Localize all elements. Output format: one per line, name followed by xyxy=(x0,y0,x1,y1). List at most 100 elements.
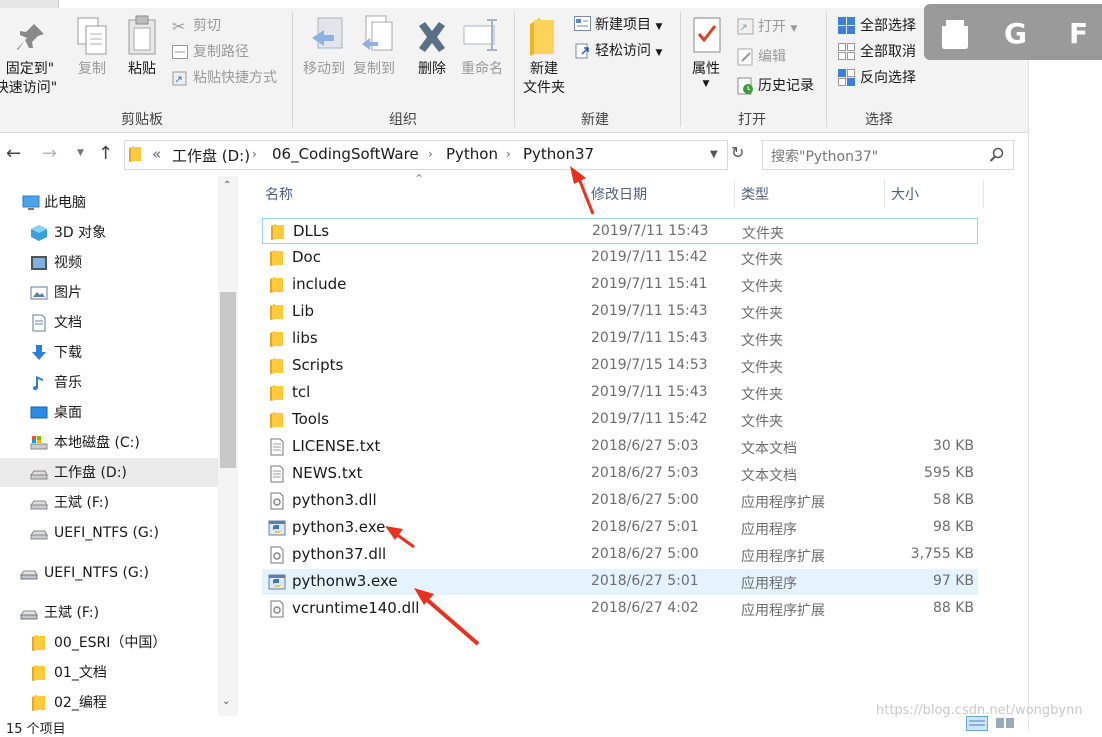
nav-item[interactable]: 音乐 xyxy=(0,368,216,398)
nav-scrollbar-thumb[interactable] xyxy=(220,292,236,468)
column-header-size[interactable]: 大小 xyxy=(891,184,919,204)
column-header-name[interactable]: 名称 xyxy=(265,184,293,204)
delete-button[interactable]: 删除 xyxy=(410,60,454,79)
breadcrumb-drive-d[interactable]: 工作盘 (D:) xyxy=(172,145,250,166)
file-type: 文件夹 xyxy=(741,387,783,403)
nav-item[interactable]: 桌面 xyxy=(0,398,216,428)
up-arrow-icon[interactable]: ↑ xyxy=(98,143,113,164)
nav-item[interactable]: UEFI_NTFS (G:) xyxy=(0,518,216,548)
move-to-button[interactable]: 移动到 xyxy=(300,60,348,79)
pin-quick-access-button[interactable]: 固定到" 快速访问" xyxy=(0,60,60,98)
nav-item[interactable]: 下载 xyxy=(0,338,216,368)
documents-icon xyxy=(32,314,46,332)
address-dropdown-chevron-icon[interactable]: ▼ xyxy=(710,149,718,160)
column-divider[interactable] xyxy=(884,180,885,208)
file-row[interactable]: python37.dll 2018/6/27 5:00 应用程序扩展 3,755 KB xyxy=(262,542,978,568)
nav-item-label: 王斌 (F:) xyxy=(54,495,110,511)
properties-icon xyxy=(693,17,721,53)
overlay-letter-f[interactable]: F xyxy=(1069,17,1088,50)
nav-item[interactable]: 00_ESRI（中国） xyxy=(0,628,216,658)
folder-icon xyxy=(270,250,283,266)
breadcrumb-python37[interactable]: Python37 xyxy=(523,145,594,163)
file-row[interactable]: libs 2019/7/11 15:43 文件夹 xyxy=(262,326,978,352)
usb-icon[interactable] xyxy=(940,18,970,50)
file-row[interactable]: Lib 2019/7/11 15:43 文件夹 xyxy=(262,299,978,325)
tab-home[interactable] xyxy=(0,0,59,8)
nav-item-label: 02_编程 xyxy=(54,695,107,711)
file-row[interactable]: python3.dll 2018/6/27 5:00 应用程序扩展 58 KB xyxy=(262,488,978,514)
file-row[interactable]: pythonw3.exe 2018/6/27 5:01 应用程序 97 KB xyxy=(262,569,978,595)
easy-access-button[interactable]: 轻松访问 ▼ xyxy=(595,41,662,63)
new-folder-button[interactable]: 新建 文件夹 xyxy=(516,60,572,98)
nav-item[interactable]: 视频 xyxy=(0,248,216,278)
rename-icon xyxy=(463,19,497,51)
scroll-up-icon[interactable]: ⌃ xyxy=(223,180,231,191)
recent-locations-chevron-icon[interactable]: ▼ xyxy=(77,148,84,158)
cut-button[interactable]: 剪切 xyxy=(193,16,221,36)
copy-path-button[interactable]: 复制路径 xyxy=(193,42,249,62)
file-row[interactable]: tcl 2019/7/11 15:43 文件夹 xyxy=(262,380,978,406)
file-row[interactable]: vcruntime140.dll 2018/6/27 4:02 应用程序扩展 88 K… xyxy=(262,596,978,622)
select-all-button[interactable]: 全部选择 xyxy=(860,16,916,36)
copy-to-button[interactable]: 复制到 xyxy=(350,60,398,79)
large-icons-view-icon[interactable] xyxy=(994,716,1016,731)
nav-item[interactable]: 此电脑 xyxy=(0,188,216,218)
copy-path-icon xyxy=(172,45,188,59)
column-divider[interactable] xyxy=(734,180,735,208)
rename-button[interactable]: 重命名 xyxy=(456,60,508,79)
scroll-down-icon[interactable]: ⌄ xyxy=(222,696,230,707)
breadcrumb-separator-icon[interactable]: › xyxy=(506,147,511,161)
paste-shortcut-button[interactable]: 粘贴快捷方式 xyxy=(193,68,277,88)
refresh-icon[interactable]: ↻ xyxy=(731,143,744,162)
new-item-button[interactable]: 新建项目 ▼ xyxy=(595,15,662,37)
breadcrumb-separator-icon[interactable]: › xyxy=(428,147,433,161)
nav-item[interactable]: 王斌 (F:) xyxy=(0,488,216,518)
breadcrumb-python[interactable]: Python xyxy=(446,145,498,163)
file-row[interactable]: Doc 2019/7/11 15:42 文件夹 xyxy=(262,245,978,271)
nav-item[interactable]: 工作盘 (D:) xyxy=(0,458,216,488)
nav-item[interactable]: 3D 对象 xyxy=(0,218,216,248)
file-row[interactable]: NEWS.txt 2018/6/27 5:03 文本文档 595 KB xyxy=(262,461,978,487)
file-row[interactable]: DLLs 2019/7/11 15:43 文件夹 xyxy=(262,218,978,244)
search-icon[interactable] xyxy=(989,147,1005,163)
forward-arrow-icon[interactable]: → xyxy=(42,143,57,164)
paste-button[interactable]: 粘贴 xyxy=(120,60,164,79)
nav-item[interactable]: 02_编程 xyxy=(0,688,216,718)
nav-item[interactable]: 01_文档 xyxy=(0,658,216,688)
breadcrumb-coding-software[interactable]: 06_CodingSoftWare xyxy=(272,145,419,163)
nav-item[interactable]: 本地磁盘 (C:) xyxy=(0,428,216,458)
search-box[interactable]: 搜索"Python37" xyxy=(762,140,1014,170)
details-view-icon[interactable] xyxy=(966,716,988,731)
overlay-letter-g[interactable]: G xyxy=(1004,17,1027,50)
invert-selection-button[interactable]: 反向选择 xyxy=(860,68,916,88)
column-header-type[interactable]: 类型 xyxy=(741,184,769,204)
file-row[interactable]: Scripts 2019/7/15 14:53 文件夹 xyxy=(262,353,978,379)
breadcrumb-overflow[interactable]: « xyxy=(152,145,161,163)
history-button[interactable]: 历史记录 xyxy=(758,76,814,96)
column-divider[interactable] xyxy=(584,180,585,208)
open-button[interactable]: 打开 ▼ xyxy=(758,17,797,39)
group-clipboard-label: 剪贴板 xyxy=(121,112,163,128)
nav-item-label: 图片 xyxy=(54,285,82,301)
nav-item[interactable]: 王斌 (F:) xyxy=(0,598,216,628)
nav-item[interactable]: 文档 xyxy=(0,308,216,338)
file-row[interactable]: Tools 2019/7/11 15:42 文件夹 xyxy=(262,407,978,433)
file-row[interactable]: LICENSE.txt 2018/6/27 5:03 文本文档 30 KB xyxy=(262,434,978,460)
nav-item[interactable]: 图片 xyxy=(0,278,216,308)
nav-item[interactable]: UEFI_NTFS (G:) xyxy=(0,558,216,588)
select-none-button[interactable]: 全部取消 xyxy=(860,42,916,62)
file-date: 2018/6/27 5:00 xyxy=(591,546,699,562)
file-row[interactable]: python3.exe 2018/6/27 5:01 应用程序 98 KB xyxy=(262,515,978,541)
edit-button[interactable]: 编辑 xyxy=(758,47,786,67)
copy-button[interactable]: 复制 xyxy=(72,60,112,79)
column-header-date[interactable]: 修改日期 xyxy=(591,184,647,204)
properties-label: 属性 xyxy=(692,61,720,77)
dll-file-icon xyxy=(270,492,284,510)
file-row[interactable]: include 2019/7/11 15:41 文件夹 xyxy=(262,272,978,298)
file-size: 88 KB xyxy=(932,600,974,616)
breadcrumb-separator-icon[interactable]: › xyxy=(252,147,257,161)
file-date: 2018/6/27 5:03 xyxy=(591,438,699,454)
column-divider[interactable] xyxy=(983,180,984,208)
properties-button[interactable]: 属性 ▼ xyxy=(684,60,728,89)
back-arrow-icon[interactable]: ← xyxy=(6,143,21,164)
